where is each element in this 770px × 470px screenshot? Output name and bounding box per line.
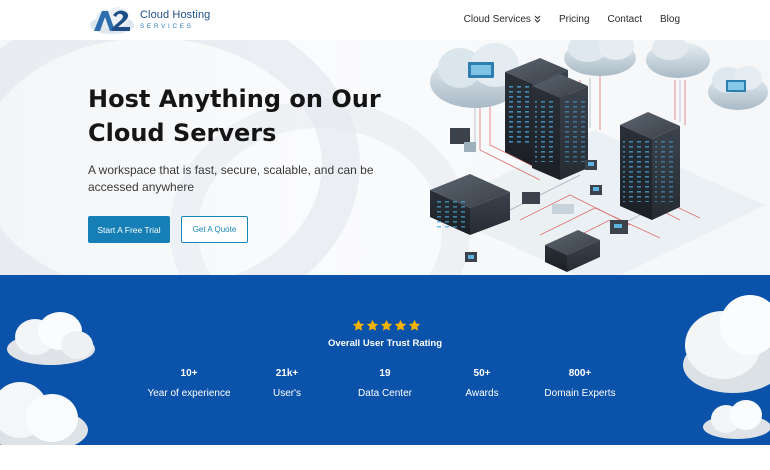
page: Cloud Hosting SERVICES Cloud Services Pr… bbox=[0, 0, 770, 470]
nav-item-contact[interactable]: Contact bbox=[608, 14, 642, 25]
logo-icon bbox=[90, 7, 134, 34]
cloud-decoration-left-bottom bbox=[0, 382, 88, 445]
top-nav: Cloud Hosting SERVICES Cloud Services Pr… bbox=[0, 0, 770, 40]
star-icon bbox=[380, 319, 393, 331]
nav-item-cloud-services[interactable]: Cloud Services bbox=[464, 14, 541, 25]
nav-item-label: Contact bbox=[607, 14, 642, 25]
main-menu: Cloud Services Pricing Contact Blog bbox=[464, 14, 680, 25]
stat-value: 19 bbox=[379, 368, 391, 379]
stat-domain-experts: 800+ Domain Experts bbox=[544, 368, 615, 399]
cloud-servers-illustration bbox=[430, 40, 768, 275]
nav-item-label: Pricing bbox=[558, 14, 590, 25]
start-free-trial-button[interactable]: Start A Free Trial bbox=[88, 216, 170, 243]
rating-stars bbox=[352, 319, 421, 332]
stat-value: 21k+ bbox=[275, 368, 299, 379]
stat-data-center: 19 Data Center bbox=[358, 368, 412, 399]
trust-rating-label: Overall User Trust Rating bbox=[327, 338, 443, 349]
stat-value: 50+ bbox=[473, 368, 491, 379]
star-icon bbox=[366, 319, 379, 331]
star-icon bbox=[352, 319, 365, 331]
star-icon bbox=[408, 319, 421, 331]
stat-label: Awards bbox=[465, 388, 499, 399]
nav-item-label: Blog bbox=[659, 14, 680, 25]
hero-title: Host Anything on Our Cloud Servers bbox=[88, 85, 381, 147]
star-icon bbox=[394, 319, 407, 331]
stat-label: Domain Experts bbox=[544, 388, 616, 399]
stat-label: User's bbox=[272, 388, 302, 399]
stat-label: Data Center bbox=[358, 388, 412, 399]
stat-label: Year of experience bbox=[147, 388, 231, 399]
brand-logo[interactable]: Cloud Hosting SERVICES bbox=[88, 4, 213, 36]
hero-subtitle: A workspace that is fast, secure, scalab… bbox=[88, 163, 374, 194]
brand-name-line1: Cloud Hosting bbox=[140, 8, 211, 21]
brand-name: Cloud Hosting SERVICES bbox=[140, 8, 211, 31]
stat-value: 10+ bbox=[180, 368, 198, 379]
stat-value: 800+ bbox=[568, 368, 592, 379]
stat-users: 21k+ User's bbox=[273, 368, 301, 399]
nav-item-pricing[interactable]: Pricing bbox=[559, 14, 590, 25]
hero-section: Host Anything on Our Cloud Servers A wor… bbox=[0, 40, 770, 275]
nav-item-label: Cloud Services bbox=[463, 14, 531, 25]
chevron-double-down-icon bbox=[534, 15, 541, 25]
stat-awards: 50+ Awards bbox=[465, 368, 498, 399]
page-bottom-strip bbox=[0, 445, 770, 470]
stat-experience: 10+ Year of experience bbox=[147, 368, 230, 399]
nav-item-blog[interactable]: Blog bbox=[660, 14, 680, 25]
cloud-decoration-right-bottom bbox=[703, 400, 770, 439]
get-quote-button[interactable]: Get A Quote bbox=[181, 216, 248, 243]
brand-name-line2: SERVICES bbox=[140, 22, 194, 30]
stats-section: Overall User Trust Rating 10+ Year of ex… bbox=[0, 275, 770, 445]
